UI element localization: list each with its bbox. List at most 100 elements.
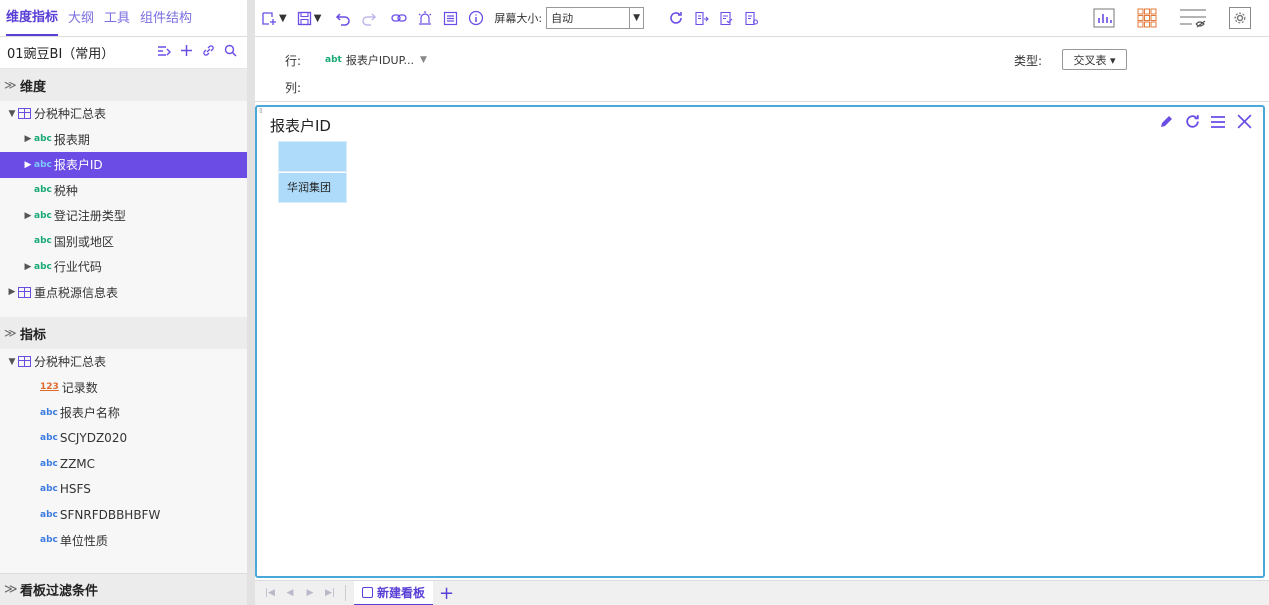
save-button[interactable]: ▼ <box>297 8 322 28</box>
tree-item-record-count[interactable]: 123 记录数 <box>0 375 247 401</box>
row-field-chip[interactable]: abt 报表户IDUP... ▼ <box>325 52 427 68</box>
tab-tools[interactable]: 工具 <box>104 1 130 36</box>
add-board-button[interactable]: + <box>439 583 454 604</box>
screen-size-value: 自动 <box>551 12 574 25</box>
tree-item-reporter-id[interactable]: ▶ abc 报表户ID <box>0 152 247 178</box>
export-button[interactable] <box>694 8 709 28</box>
abc-icon: abc <box>34 236 52 247</box>
alarm-light-icon <box>419 11 432 25</box>
prev-page-icon[interactable]: ◀ <box>283 588 297 598</box>
refresh-widget-button[interactable] <box>1179 113 1205 134</box>
tree-item-sfnrfdbbhbfw[interactable]: abc SFNRFDBBHBFW <box>0 502 247 528</box>
measures-header-label: 指标 <box>20 327 47 343</box>
document-settings-button[interactable] <box>744 8 759 28</box>
alert-button[interactable] <box>417 8 433 28</box>
expand-down-icon[interactable]: ▼ <box>6 357 18 367</box>
abc-icon: abc <box>40 509 58 520</box>
hide-eye-icon <box>1180 9 1206 28</box>
tab-component-structure[interactable]: 组件结构 <box>140 1 192 36</box>
tree-item-table-tax-summary[interactable]: ▼ 分税种汇总表 <box>0 349 247 375</box>
gear-icon <box>1234 12 1246 24</box>
project-bar: 01豌豆BI（常用） <box>0 37 247 69</box>
table-type-value: 交叉表 ▾ <box>1073 53 1116 67</box>
expand-down-icon[interactable]: ▼ <box>6 109 18 119</box>
panel-splitter[interactable] <box>247 0 255 605</box>
refresh-icon <box>670 12 682 24</box>
screen-size-select[interactable]: 自动 ▼ <box>546 7 645 29</box>
redo-button[interactable] <box>361 8 377 28</box>
hamburger-menu-icon <box>1211 116 1225 128</box>
table-header-cell[interactable] <box>278 141 347 172</box>
grid-layout-button[interactable] <box>1137 8 1157 28</box>
switch-dataset-icon[interactable] <box>153 45 175 61</box>
dropdown-caret-icon[interactable]: ▼ <box>279 13 287 24</box>
add-icon[interactable] <box>175 44 197 61</box>
next-page-icon[interactable]: ▶ <box>303 588 317 598</box>
link-icon[interactable] <box>197 44 219 61</box>
expand-right-icon[interactable]: ▶ <box>6 287 18 297</box>
expand-right-icon[interactable]: ▶ <box>22 134 34 144</box>
tree-item-scjydz020[interactable]: abc SCJYDZ020 <box>0 426 247 452</box>
last-page-icon[interactable]: ▶| <box>323 588 337 598</box>
refresh-icon <box>1185 115 1199 128</box>
bar-chart-icon <box>1093 8 1115 28</box>
search-icon[interactable] <box>219 44 241 61</box>
dimensions-section-header[interactable]: ≫ 维度 <box>0 69 247 101</box>
tree-item-table-key-tax-source[interactable]: ▶ 重点税源信息表 <box>0 280 247 306</box>
new-button[interactable]: ▼ <box>261 8 287 28</box>
tab-dimensions-measures[interactable]: 维度指标 <box>6 1 59 36</box>
filter-conditions-header[interactable]: ≫ 看板过滤条件 <box>0 573 247 605</box>
tab-outline[interactable]: 大纲 <box>68 1 94 36</box>
row-label: 行: <box>285 54 302 68</box>
chart-button[interactable] <box>1093 8 1115 28</box>
hide-panel-button[interactable] <box>1179 8 1209 28</box>
tree-item-tax-type[interactable]: abc 税种 <box>0 178 247 204</box>
dropdown-caret-icon[interactable]: ▼ <box>629 8 643 28</box>
table-type-select[interactable]: 交叉表 ▾ <box>1062 49 1127 70</box>
drag-grip-icon[interactable]: ⁞⁞ <box>259 108 263 115</box>
tree-item-label: SCJYDZ020 <box>59 431 128 446</box>
expand-right-icon[interactable]: ▶ <box>22 211 34 221</box>
link-button[interactable] <box>391 8 408 28</box>
tree-item-label: 国别或地区 <box>53 234 114 249</box>
close-widget-button[interactable] <box>1231 113 1257 134</box>
row-field-label: 报表户IDUP... <box>345 54 415 67</box>
tree-item-zzmc[interactable]: abc ZZMC <box>0 451 247 477</box>
first-page-icon[interactable]: |◀ <box>263 588 277 598</box>
menu-button[interactable] <box>1205 114 1231 133</box>
tree-item-report-period[interactable]: ▶ abc 报表期 <box>0 127 247 153</box>
edit-button[interactable] <box>1153 114 1179 134</box>
list-view-button[interactable] <box>443 8 458 28</box>
measures-section-header[interactable]: ≫ 指标 <box>0 317 247 349</box>
tree-item-hsfs[interactable]: abc HSFS <box>0 477 247 503</box>
table-row-cell[interactable]: 华润集团 <box>278 172 347 203</box>
measures-tree: ▼ 分税种汇总表 123 记录数 abc 报表户名称 abc SCJYDZ020… <box>0 349 247 553</box>
abt-icon: abt <box>325 55 342 65</box>
tree-item-unit-nature[interactable]: abc 单位性质 <box>0 528 247 554</box>
tree-item-label: 分税种汇总表 <box>34 355 107 370</box>
save-icon <box>297 11 311 25</box>
info-button[interactable] <box>468 8 484 28</box>
tree-item-label: 报表户名称 <box>59 406 120 421</box>
tree-item-country-region[interactable]: abc 国别或地区 <box>0 229 247 255</box>
crosstab-widget[interactable]: ⁞⁞ 报表户ID 华润集团 <box>255 105 1265 578</box>
tree-item-table-tax-summary[interactable]: ▼ 分税种汇总表 <box>0 101 247 127</box>
tree-item-reporter-name[interactable]: abc 报表户名称 <box>0 400 247 426</box>
expand-right-icon[interactable]: ▶ <box>22 160 34 170</box>
dropdown-caret-icon[interactable]: ▼ <box>314 13 322 24</box>
grid-icon <box>1137 8 1157 28</box>
table-icon <box>18 356 31 368</box>
abc-icon: abc <box>40 407 58 418</box>
undo-button[interactable] <box>335 8 351 28</box>
settings-button[interactable] <box>1229 7 1251 29</box>
tree-item-label: 税种 <box>53 183 78 198</box>
dropdown-caret-icon[interactable]: ▼ <box>420 55 427 65</box>
tree-item-industry-code[interactable]: ▶ abc 行业代码 <box>0 254 247 280</box>
refresh-button[interactable] <box>668 8 684 28</box>
collapse-chevron-icon: ≫ <box>4 78 17 92</box>
board-tab-new[interactable]: 新建看板 <box>354 580 434 605</box>
type-label: 类型: <box>1014 54 1043 68</box>
check-button[interactable] <box>719 8 734 28</box>
tree-item-registration-type[interactable]: ▶ abc 登记注册类型 <box>0 203 247 229</box>
expand-right-icon[interactable]: ▶ <box>22 262 34 272</box>
